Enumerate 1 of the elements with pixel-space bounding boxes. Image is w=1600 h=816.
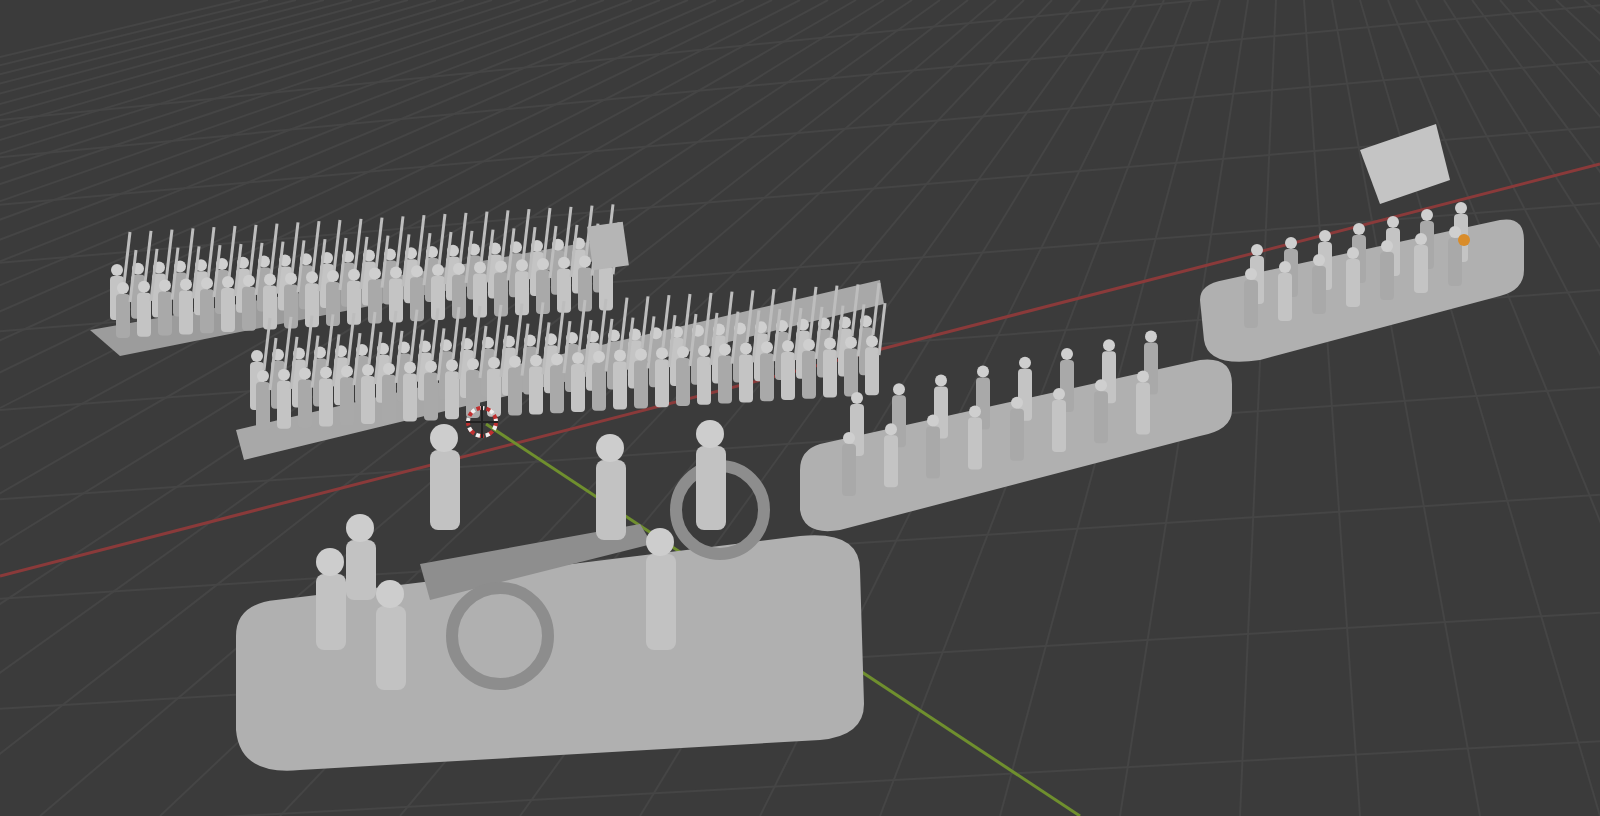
3d-cursor-icon <box>465 405 499 439</box>
